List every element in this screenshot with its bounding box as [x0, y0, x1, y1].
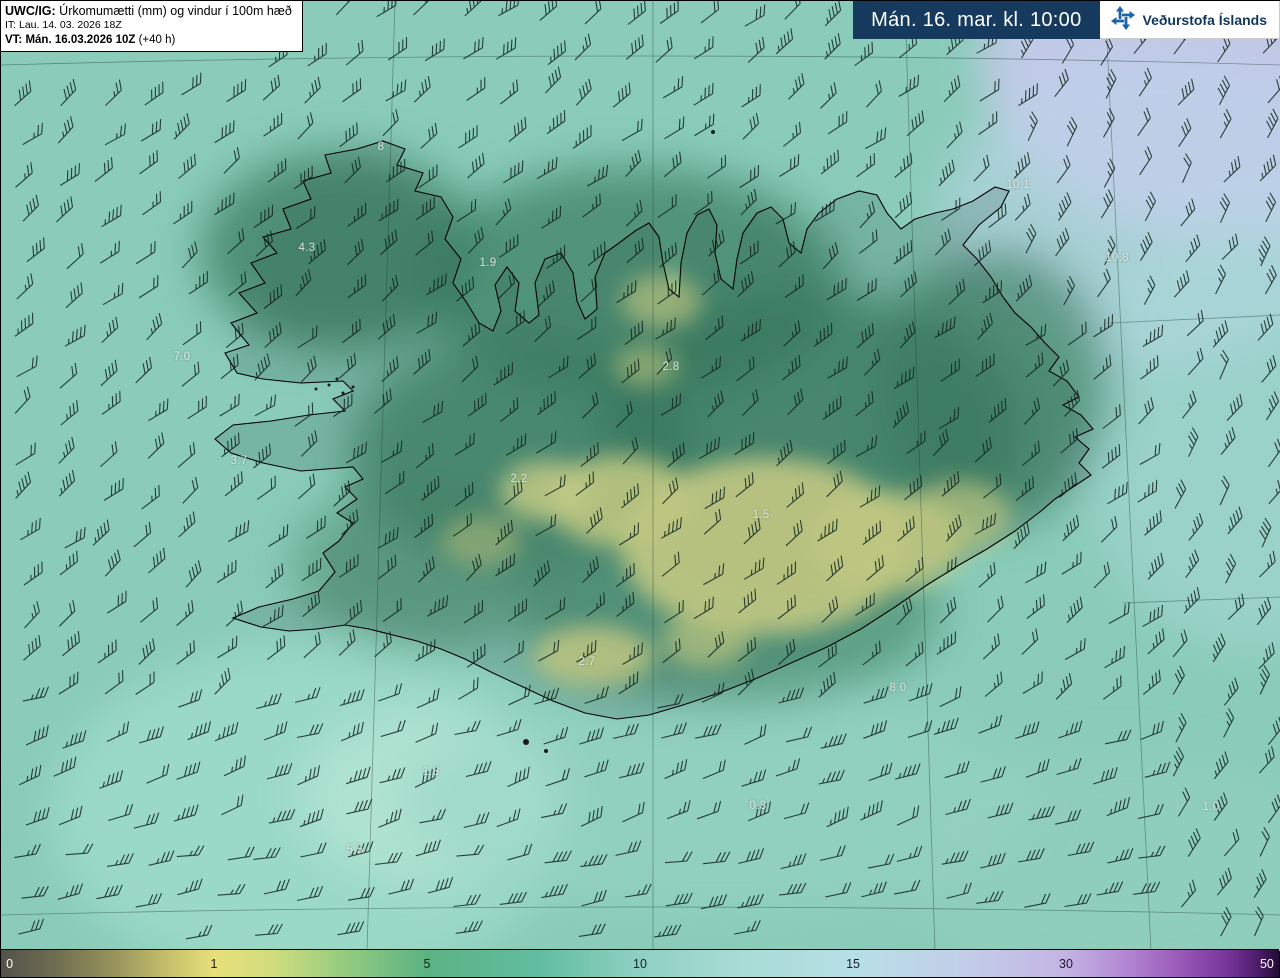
map-frame: 8 4.3 1.9 7.0 2.8 3.7 2.2 1.5 2.7 8.0 10.1 10.8 0.8 1…: [0, 0, 1280, 978]
vedurstofa-logo-icon: [1110, 5, 1136, 34]
datetime-header: Mán. 16. mar. kl. 10:00 Veðurstofa Íslan…: [853, 1, 1279, 39]
precip-colorbar: 0 1 5 10 15 30 50: [1, 949, 1279, 977]
colorbar-tick: 15: [846, 956, 860, 971]
colorbar-tick: 10: [633, 956, 647, 971]
forecast-datetime: Mán. 16. mar. kl. 10:00: [853, 1, 1100, 39]
colorbar-tick: 50: [1259, 956, 1274, 971]
weather-map: [1, 1, 1280, 951]
colorbar-tick: 5: [423, 956, 431, 971]
colorbar-gradient: 0 1 5 10 15 30 50: [1, 950, 1279, 977]
init-time: IT: Lau. 14. 03. 2026 18Z: [5, 19, 122, 32]
model-title: UWC/IG: Úrkomumætti (mm) og vindur í 100…: [5, 3, 292, 19]
model-id: UWC/IG:: [5, 4, 56, 18]
valid-time-main: VT: Mán. 16.03.2026 10Z: [5, 33, 136, 46]
valid-time: VT: Mán. 16.03.2026 10Z (+40 h): [5, 33, 292, 48]
model-description: Úrkomumætti (mm) og vindur í 100m hæð: [55, 4, 292, 18]
colorbar-tick: 1: [210, 956, 218, 971]
colorbar-tick: 0: [6, 956, 14, 971]
model-info-box: UWC/IG: Úrkomumætti (mm) og vindur í 100…: [1, 1, 303, 52]
colorbar-tick: 30: [1059, 956, 1073, 971]
brand-area: Veðurstofa Íslands: [1099, 1, 1279, 39]
valid-time-offset: (+40 h): [135, 33, 176, 46]
brand-name: Veðurstofa Íslands: [1142, 11, 1267, 28]
